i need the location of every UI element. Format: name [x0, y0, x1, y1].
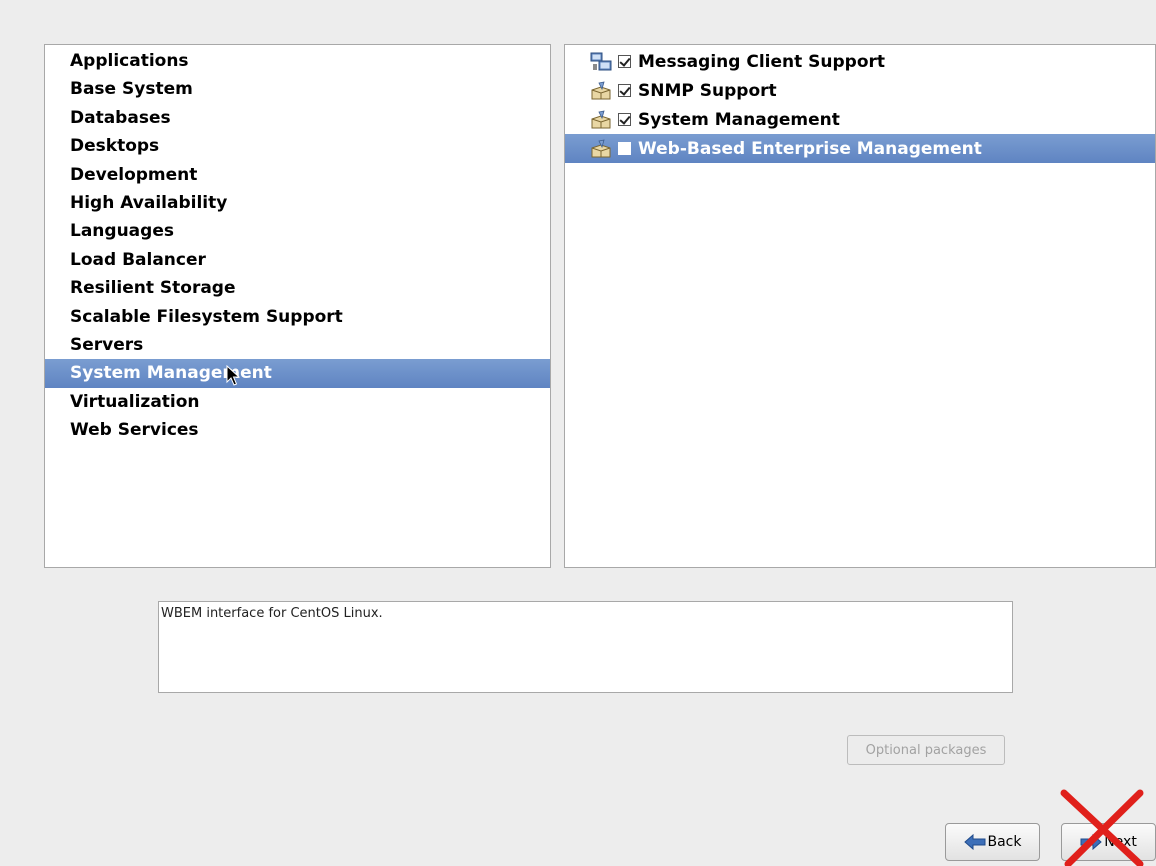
group-item-web-based-enterprise-management[interactable]: Web-Based Enterprise Management	[565, 134, 1155, 163]
group-item-messaging-client-support[interactable]: Messaging Client Support	[565, 47, 1155, 76]
group-item-system-management[interactable]: System Management	[565, 105, 1155, 134]
category-item-scalable-filesystem-support[interactable]: Scalable Filesystem Support	[45, 303, 550, 331]
category-item-databases[interactable]: Databases	[45, 104, 550, 132]
back-button-label: Back	[987, 834, 1022, 850]
group-checkbox-messaging-client-support[interactable]	[618, 55, 631, 68]
category-item-high-availability[interactable]: High Availability	[45, 189, 550, 217]
category-item-languages[interactable]: Languages	[45, 217, 550, 245]
group-description: WBEM interface for CentOS Linux.	[158, 601, 1013, 693]
back-button[interactable]: Back	[945, 823, 1040, 861]
category-item-system-management[interactable]: System Management	[45, 359, 550, 388]
category-item-load-balancer[interactable]: Load Balancer	[45, 246, 550, 274]
group-label: Web-Based Enterprise Management	[638, 138, 982, 159]
category-item-development[interactable]: Development	[45, 161, 550, 189]
group-label: Messaging Client Support	[638, 51, 886, 72]
category-list[interactable]: Applications Base System Databases Deskt…	[44, 44, 551, 568]
next-button[interactable]: Next	[1061, 823, 1156, 861]
group-checkbox-snmp-support[interactable]	[618, 84, 631, 97]
category-item-web-services[interactable]: Web Services	[45, 416, 550, 444]
category-item-virtualization[interactable]: Virtualization	[45, 388, 550, 416]
arrow-right-icon	[1080, 834, 1102, 850]
category-item-applications[interactable]: Applications	[45, 47, 550, 75]
package-group-icon	[591, 109, 611, 128]
package-group-icon	[591, 80, 611, 99]
group-label: SNMP Support	[638, 80, 777, 101]
category-item-base-system[interactable]: Base System	[45, 75, 550, 103]
group-checkbox-system-management[interactable]	[618, 113, 631, 126]
group-label: System Management	[638, 109, 840, 130]
package-group-list[interactable]: Messaging Client Support SNMP Support Sy…	[564, 44, 1156, 568]
arrow-left-icon	[963, 834, 985, 850]
group-item-snmp-support[interactable]: SNMP Support	[565, 76, 1155, 105]
group-checkbox-web-based-enterprise-management[interactable]	[618, 142, 631, 155]
category-item-desktops[interactable]: Desktops	[45, 132, 550, 160]
category-item-resilient-storage[interactable]: Resilient Storage	[45, 274, 550, 302]
optional-packages-button[interactable]: Optional packages	[847, 735, 1005, 765]
package-group-icon	[591, 138, 611, 157]
category-item-servers[interactable]: Servers	[45, 331, 550, 359]
messaging-icon	[590, 52, 612, 70]
next-button-label: Next	[1104, 834, 1137, 850]
